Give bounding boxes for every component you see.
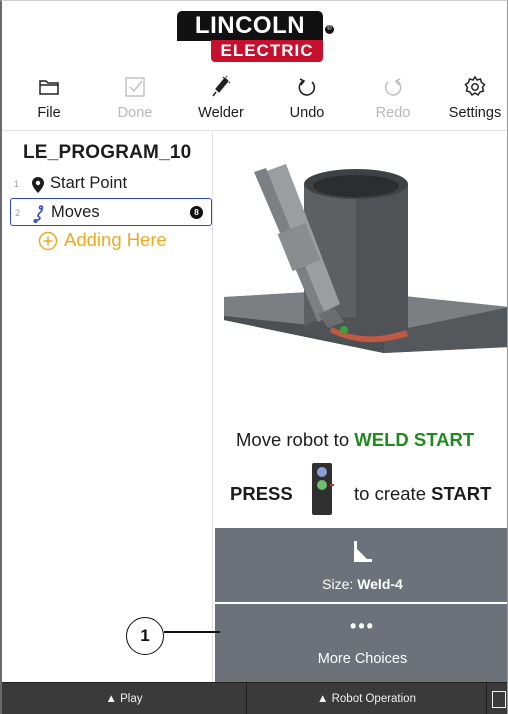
play-tab[interactable]: ▲ Play (2, 683, 247, 714)
step-number: 1 (14, 179, 20, 189)
more-dots-icon: ••• (350, 616, 375, 636)
callout-marker: 1 (126, 617, 164, 655)
done-button[interactable]: Done (98, 69, 172, 131)
callout-leader-line (164, 631, 220, 633)
program-name: LE_PROGRAM_10 (23, 142, 192, 163)
lincoln-electric-logo: LINCOLN ® ELECTRIC (177, 11, 335, 63)
to-create-text: to create (354, 483, 432, 504)
size-label: Size: Weld-4 (215, 576, 507, 592)
gear-icon (464, 75, 486, 97)
start-highlight: START (431, 483, 492, 504)
step-start-point[interactable]: 1 Start Point (10, 170, 212, 198)
instruction-move-robot: Move robot to WELD START (214, 429, 507, 451)
redo-icon (384, 78, 402, 96)
pendant-button-icon (312, 463, 334, 515)
checkbox-icon (125, 77, 145, 97)
size-choice-button[interactable]: Size: Weld-4 (215, 528, 507, 602)
instruction-text: Move robot to (236, 429, 355, 450)
logo-line-2: ELECTRIC (211, 40, 323, 62)
fillet-weld-icon (354, 541, 372, 562)
welder-button[interactable]: Welder (184, 69, 258, 131)
step-label: Start Point (50, 174, 128, 192)
file-label: File (37, 105, 61, 121)
done-label: Done (117, 105, 153, 121)
header: LINCOLN ® ELECTRIC (2, 1, 507, 67)
size-prefix: Size: (322, 576, 358, 592)
press-label: PRESS (230, 483, 293, 504)
location-pin-icon (32, 177, 44, 193)
folder-icon (39, 80, 59, 95)
adding-here-label: Adding Here (64, 229, 167, 250)
panel-icon (492, 691, 506, 708)
more-choices-label: More Choices (317, 651, 408, 667)
undo-button[interactable]: Undo (270, 69, 344, 131)
more-choices-button[interactable]: ••• More Choices (215, 604, 507, 682)
registered-mark: ® (325, 25, 334, 34)
size-value: Weld-4 (357, 576, 403, 592)
step-label: Moves (51, 203, 100, 221)
file-button[interactable]: File (12, 69, 86, 131)
logo-line-1: LINCOLN (177, 11, 323, 41)
step-moves[interactable]: 2 Moves 8 (10, 198, 212, 226)
redo-label: Redo (375, 105, 411, 121)
plus-circle-icon (38, 231, 58, 251)
step-number: 2 (15, 208, 21, 218)
settings-label: Settings (448, 105, 502, 121)
undo-icon (298, 78, 316, 96)
redo-button[interactable]: Redo (356, 69, 430, 131)
bottom-bar: ▲ Play ▲ Robot Operation (2, 682, 507, 714)
welding-torch-icon (212, 75, 231, 97)
toolbar: File Done Welder Undo Redo Settings (2, 69, 507, 131)
to-create-label: to create START (354, 483, 491, 505)
panel-toggle[interactable] (487, 683, 507, 714)
undo-label: Undo (289, 105, 325, 121)
settings-button[interactable]: Settings (438, 69, 507, 131)
path-icon (33, 205, 44, 223)
program-panel: LE_PROGRAM_10 1 Start Point 2 Moves 8 Ad… (2, 132, 213, 682)
welder-label: Welder (198, 105, 244, 121)
instruction-press: PRESS to create START (214, 462, 507, 518)
weld-start-highlight: WELD START (354, 429, 475, 450)
robot-operation-tab[interactable]: ▲ Robot Operation (247, 683, 487, 714)
move-count-badge: 8 (190, 206, 203, 219)
weld-start-illustration (224, 164, 507, 353)
app-frame: LINCOLN ® ELECTRIC File Done Welder Undo… (0, 0, 508, 714)
